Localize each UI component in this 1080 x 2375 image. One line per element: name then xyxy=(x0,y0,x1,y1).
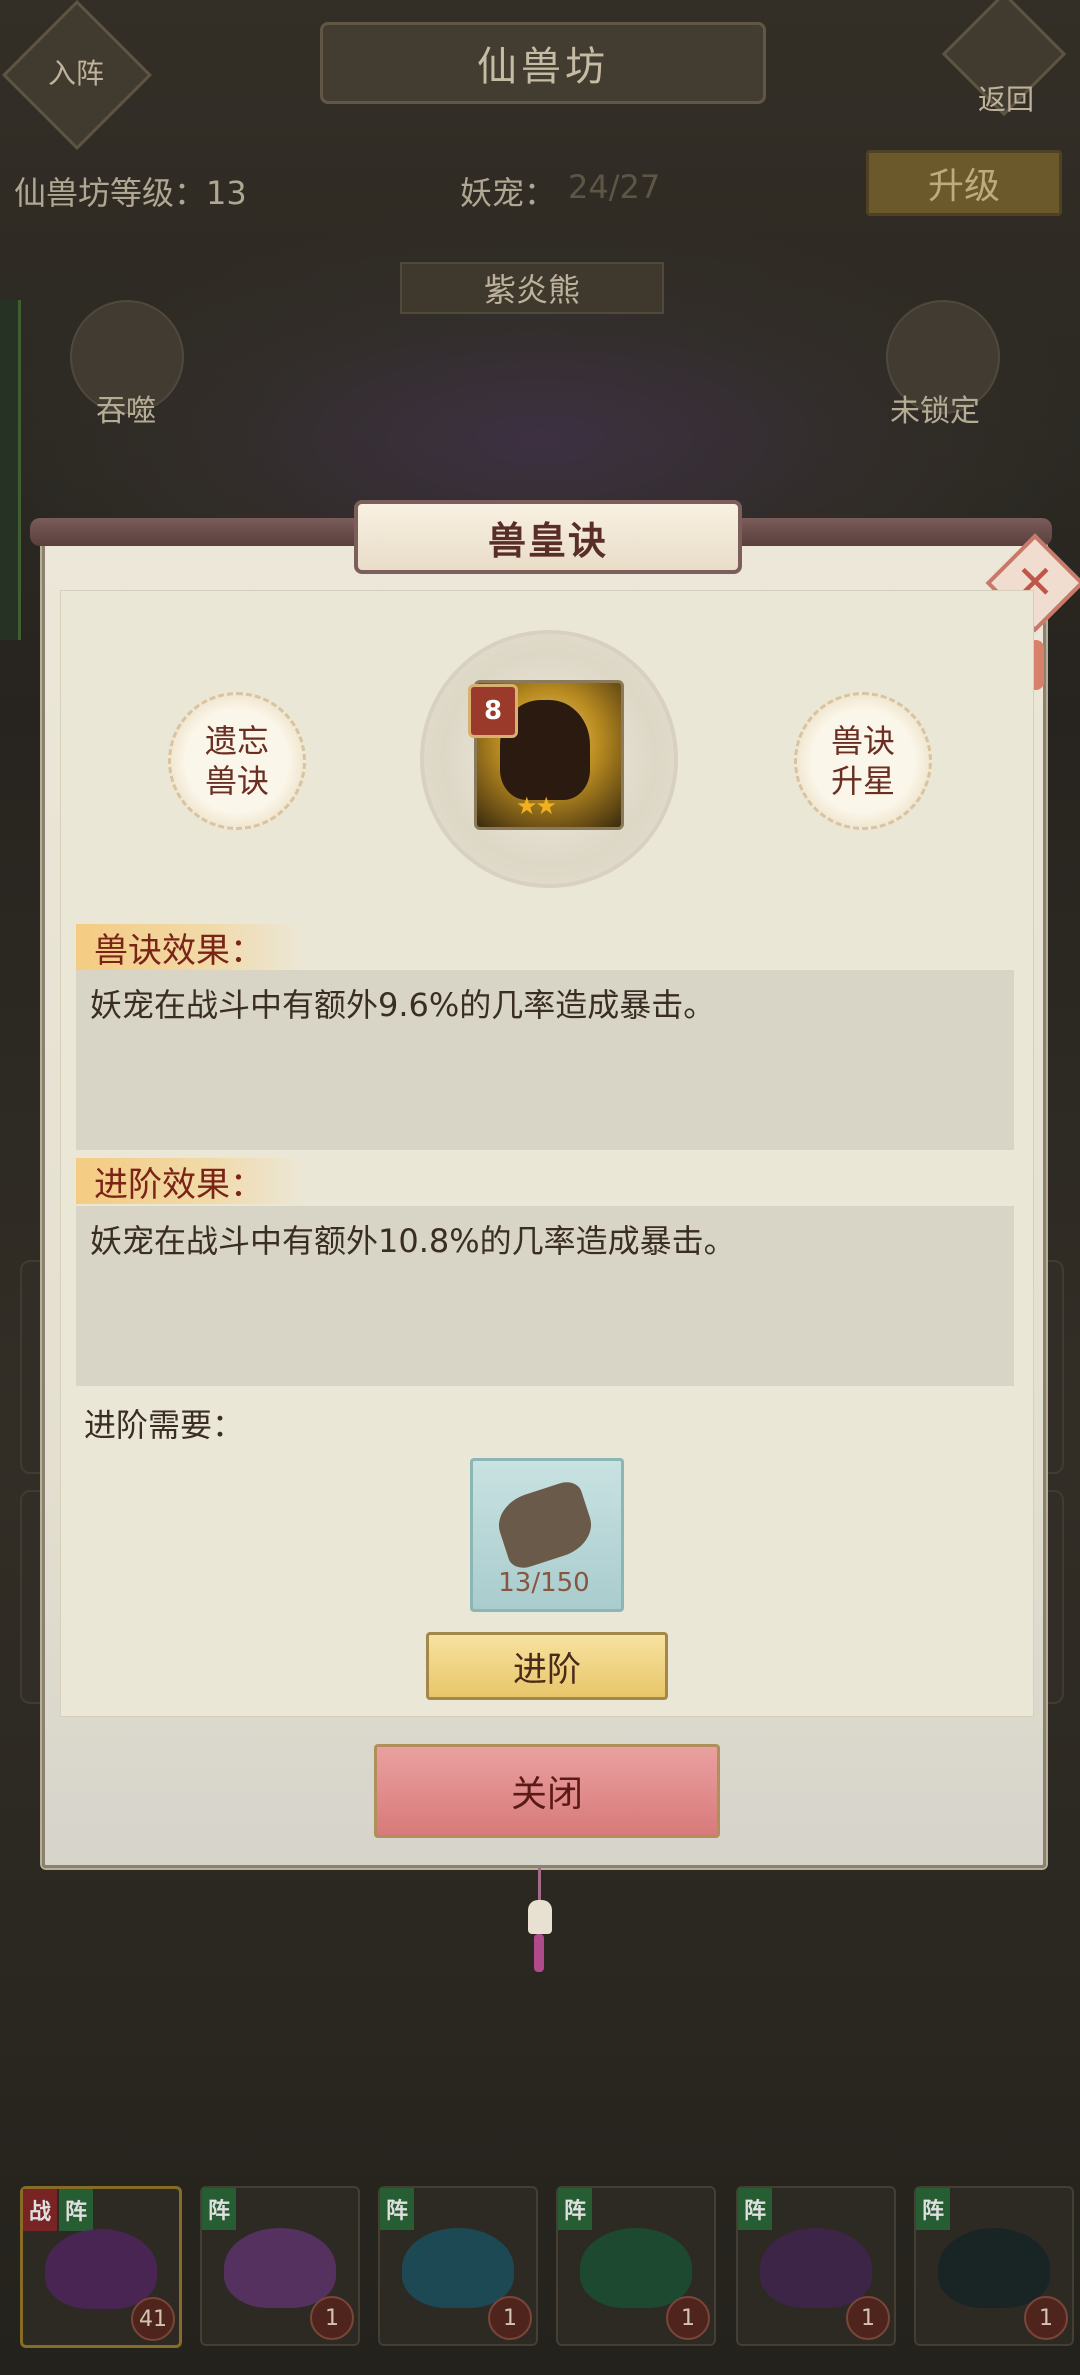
advance-button[interactable]: 进阶 xyxy=(426,1632,668,1700)
advance-effect-heading: 进阶效果： xyxy=(76,1158,304,1205)
forget-skill-line2: 兽诀 xyxy=(204,762,269,800)
effect-text: 妖宠在战斗中有额外9.6%的几率造成暴击。 xyxy=(90,986,716,1024)
bell-tassel xyxy=(534,1934,544,1972)
bell-string xyxy=(538,1868,541,1900)
advance-effect-box: 妖宠在战斗中有额外10.8%的几率造成暴击。 xyxy=(76,1206,1014,1386)
star-up-line2: 升星 xyxy=(830,762,895,800)
bell-icon xyxy=(528,1900,552,1934)
star-rating-icon: ★★ xyxy=(516,792,557,820)
close-button[interactable]: 关闭 xyxy=(374,1744,720,1838)
star-up-line1: 兽诀 xyxy=(830,722,895,760)
requirement-label: 进阶需要： xyxy=(84,1406,245,1444)
effect-heading: 兽诀效果： xyxy=(76,924,304,971)
forget-skill-line1: 遗忘 xyxy=(204,722,269,760)
advance-effect-text: 妖宠在战斗中有额外10.8%的几率造成暴击。 xyxy=(90,1222,736,1260)
effect-box: 妖宠在战斗中有额外9.6%的几率造成暴击。 xyxy=(76,970,1014,1150)
item-count: 13/150 xyxy=(498,1568,590,1598)
modal-title: 兽皇诀 xyxy=(354,500,742,574)
skill-level-badge: 8 xyxy=(468,684,518,738)
star-up-button[interactable]: 兽诀 升星 xyxy=(794,692,932,830)
forget-skill-button[interactable]: 遗忘 兽诀 xyxy=(168,692,306,830)
